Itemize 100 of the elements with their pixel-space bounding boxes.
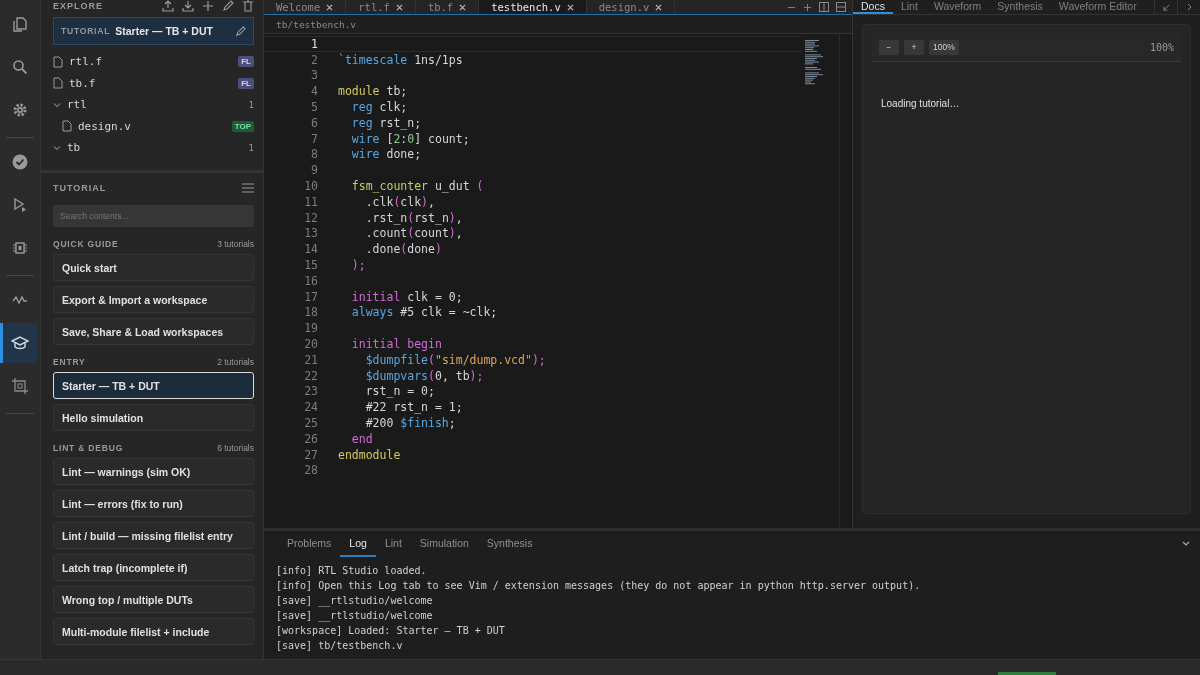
log-line: [save] tb/testbench.v	[276, 639, 404, 653]
group-count: 3 tutorials	[217, 239, 254, 249]
tree-item[interactable]: tb.f FL	[53, 72, 254, 94]
pencil-icon[interactable]	[235, 25, 246, 37]
download-icon[interactable]	[182, 0, 194, 12]
log-line: [save] __rtlstudio/welcome	[276, 594, 434, 608]
log-line: [info] Open this Log tab to see Vim / extension messages (they do not appear in python http.server output).	[276, 579, 922, 593]
settings-icon	[12, 102, 28, 118]
code-line: #200 $finish;	[364, 416, 456, 430]
upload-icon[interactable]	[162, 0, 174, 12]
line-number: 28	[303, 463, 319, 478]
panel-tab[interactable]: Lint	[375, 531, 411, 557]
line-number: 5	[310, 100, 319, 115]
group-title: ENTRY	[53, 357, 86, 367]
item-count: 1	[248, 99, 254, 110]
tutorial-item[interactable]: Starter — TB + DUT	[53, 372, 254, 399]
trash-icon[interactable]	[242, 0, 254, 12]
panel-tab[interactable]: Synthesis	[477, 531, 542, 557]
code-line: module tb;	[338, 84, 408, 99]
tree-item[interactable]: rtl 1	[53, 94, 254, 116]
pencil-icon[interactable]	[222, 0, 234, 12]
file-icon	[53, 77, 63, 90]
tutorial-item[interactable]: Latch trap (incomplete if)	[53, 554, 254, 581]
zoom-button[interactable]: −	[879, 39, 899, 55]
panel-tab[interactable]: Simulation	[410, 531, 478, 557]
line-number: 16	[303, 273, 319, 288]
panel-tab[interactable]: Waveform	[925, 0, 990, 14]
section-title: TUTORIAL	[53, 183, 107, 193]
close-icon[interactable]	[395, 3, 403, 11]
tutorial-item[interactable]: Lint — warnings (sim OK)	[53, 458, 254, 485]
group-title: QUICK GUIDE	[53, 239, 119, 249]
tutorial-item[interactable]: Wrong top / multiple DUTs	[53, 586, 254, 613]
split-horizontal-icon[interactable]	[836, 2, 846, 12]
editor-tab[interactable]: rtl.f	[346, 0, 416, 14]
editor-tab[interactable]: design.v	[586, 0, 676, 14]
line-number: 1	[310, 36, 319, 51]
tutorial-item[interactable]: Multi-module filelist + include	[53, 618, 254, 645]
code-line: always #5 clk = ~clk;	[350, 305, 498, 320]
log-line: [info] RTL Studio loaded.	[276, 564, 428, 578]
activity-item[interactable]	[0, 323, 37, 363]
panel-tab[interactable]: Docs	[853, 0, 893, 14]
line-number: 7	[310, 131, 319, 146]
line-number: 15	[303, 258, 319, 273]
editor-tab[interactable]: Welcome	[264, 0, 347, 14]
line-number: 14	[303, 242, 319, 257]
editor-tab[interactable]: testbench.v	[479, 0, 587, 14]
close-icon[interactable]	[655, 3, 663, 11]
file-badge: TOP	[231, 120, 254, 132]
tree-item[interactable]: design.v TOP	[53, 115, 254, 137]
panel-tab[interactable]: Log	[340, 531, 376, 557]
line-number: 18	[303, 305, 319, 320]
tutorial-item[interactable]: Lint / build — missing filelist entry	[53, 522, 254, 549]
item-count: 1	[248, 142, 254, 153]
tutorial-item[interactable]: Quick start	[53, 254, 254, 281]
close-icon[interactable]	[326, 3, 334, 11]
tutorial-item[interactable]: Save, Share & Load workspaces	[53, 318, 254, 345]
tutorial-item[interactable]: Export & Import a workspace	[53, 286, 254, 313]
arrow-icon	[1162, 3, 1170, 11]
close-icon[interactable]	[459, 3, 467, 11]
loading-message: Loading tutorial…	[880, 98, 961, 109]
code-line: .rst_n(rst_n),	[364, 210, 463, 225]
line-number: 26	[303, 431, 319, 446]
line-number: 22	[303, 368, 319, 383]
chevron-down-icon[interactable]	[1182, 541, 1190, 547]
group-title: LINT & DEBUG	[53, 443, 124, 453]
tutorial-item[interactable]: Hello simulation	[53, 404, 254, 431]
code-line: wire done;	[350, 147, 422, 162]
panel-tab[interactable]: Problems	[278, 531, 341, 557]
code-line: $dumpvars(0, tb);	[364, 368, 484, 383]
workspace-name: Starter — TB + DUT	[115, 25, 214, 37]
zoom-button[interactable]: +	[904, 39, 924, 55]
tree-item[interactable]: rtl.f FL	[53, 51, 254, 73]
panel-tab[interactable]: Synthesis	[989, 0, 1051, 14]
plus-icon[interactable]	[202, 0, 214, 12]
line-number: 2	[310, 52, 319, 67]
graduation-cap-icon	[11, 334, 29, 352]
code-line: reg rst_n;	[350, 115, 422, 130]
code-line: initial clk = 0;	[350, 289, 463, 304]
code-line: `timescale 1ns/1ps	[338, 52, 463, 67]
log-line: [save] __rtlstudio/welcome	[276, 609, 434, 623]
line-number: 4	[310, 84, 319, 99]
tutorial-item[interactable]: Lint — errors (fix to run)	[53, 490, 254, 517]
line-number: 8	[310, 147, 319, 162]
panel-tab[interactable]: Waveform Editor	[1050, 0, 1145, 14]
code-line: $dumpfile("sim/dump.vcd");	[364, 352, 546, 367]
list-icon[interactable]	[242, 183, 254, 193]
zoom-button[interactable]: 100%	[929, 39, 959, 55]
tree-item[interactable]: tb 1	[53, 137, 254, 159]
split-vertical-icon[interactable]	[819, 2, 829, 12]
code-line: reg clk;	[350, 100, 408, 115]
workspace-banner[interactable]: TUTORIAL Starter — TB + DUT	[53, 17, 254, 45]
check-badge-icon	[11, 153, 29, 171]
panel-tab[interactable]: Lint	[892, 0, 926, 14]
line-number: 20	[303, 337, 319, 352]
line-number: 6	[310, 115, 319, 130]
log-line: [workspace] Loaded: Starter — TB + DUT	[276, 624, 506, 638]
line-number: 10	[303, 179, 319, 194]
close-icon[interactable]	[566, 3, 574, 11]
plus-icon[interactable]	[803, 2, 812, 12]
section-title: EXPLORE	[53, 1, 103, 11]
